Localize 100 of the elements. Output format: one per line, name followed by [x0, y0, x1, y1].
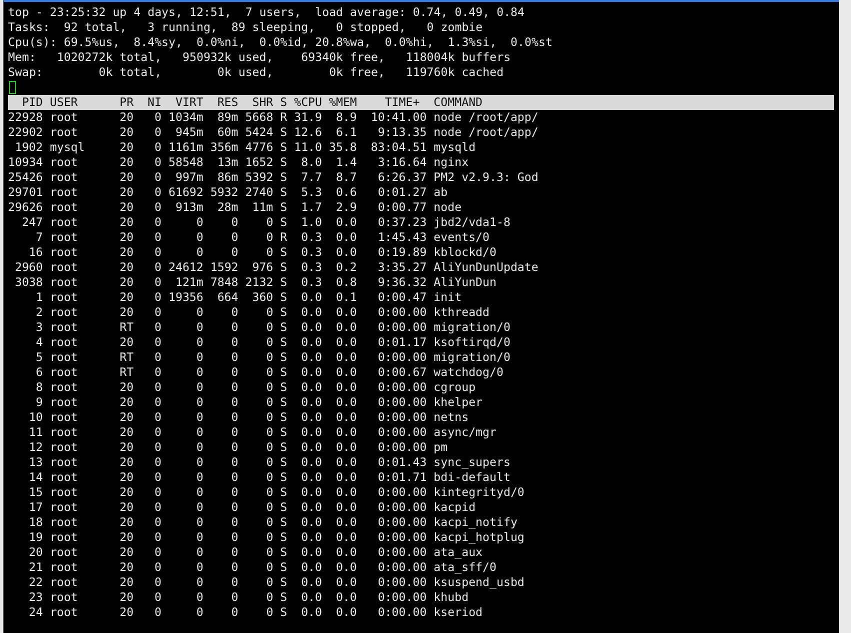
table-cell-text: S [279, 395, 288, 410]
table-cell-text: 0 [265, 455, 274, 470]
table-cell-text: 0.0 [300, 470, 322, 485]
table-cell-text: 0:00.00 [376, 380, 427, 395]
table-cell-text: 20 [118, 560, 134, 575]
table-cell-text: 0 [154, 275, 162, 290]
table-cell-text: 0 [230, 395, 238, 410]
table-cell-text: 0.0 [334, 305, 357, 320]
table-cell-text: 8 [34, 380, 43, 395]
table-cell-text: 0 [265, 560, 274, 575]
table-cell-text: 20 [118, 500, 134, 515]
table-cell-text: 5392 [244, 170, 274, 185]
table-cell-text: 28m [216, 200, 238, 215]
table-cell-text: S [279, 215, 288, 230]
table-cell-text: 5.3 [300, 185, 322, 200]
table-cell-text: 5668 [244, 110, 274, 125]
table-cell-text: 0.0 [334, 410, 357, 425]
table-cell-text: 20 [118, 335, 134, 350]
table-cell-text: 0 [195, 500, 204, 515]
table-cell-text: S [279, 350, 288, 365]
table-cell-text: 0.0 [334, 575, 357, 590]
table-cell-text: S [279, 170, 288, 185]
table-cell-text: 0.0 [334, 590, 357, 605]
table-cell-text: 2740 [244, 185, 274, 200]
table-cell-text: 5424 [244, 125, 274, 140]
table-cell-text: mysql [50, 140, 86, 155]
table-cell-text: 0 [154, 170, 162, 185]
table-cell-text: 3:16.64 [376, 155, 427, 170]
table-cell-text: 0 [154, 335, 162, 350]
table-cell-text: 7848 [209, 275, 238, 290]
table-cell-text: 360 [251, 290, 274, 305]
table-cell-text: root [50, 515, 79, 530]
table-cell-text: 0 [154, 590, 162, 605]
table-cell-text: 0 [195, 320, 204, 335]
table-cell-text: 8.9 [334, 110, 357, 125]
table-cell: AliYunDun [434, 275, 496, 290]
table-cell-text: 14 [28, 470, 43, 485]
table-cell-text: RT [118, 365, 134, 380]
table-cell-text: 31.9 [293, 110, 322, 125]
table-cell-text: 0 [265, 410, 274, 425]
table-cell-text: 0.0 [300, 365, 322, 380]
table-cell-text: 20 [118, 125, 134, 140]
table-cell-text: S [279, 245, 288, 260]
table-cell-text: S [279, 440, 288, 455]
table-cell-text: 0 [195, 245, 204, 260]
table-cell-text: S [279, 320, 288, 335]
column-header: VIRT [174, 95, 204, 110]
table-cell-text: 0.2 [334, 260, 357, 275]
table-cell-text: 1592 [209, 260, 238, 275]
table-cell-text: 0 [154, 380, 162, 395]
table-cell-text: root [50, 590, 79, 605]
table-cell-text: 0 [154, 485, 162, 500]
table-cell-text: 0:00.00 [376, 500, 427, 515]
table-cell-text: 0 [154, 230, 162, 245]
table-cell-text: 0:00.00 [376, 590, 427, 605]
table-cell-text: S [279, 155, 288, 170]
table-cell-text: 976 [251, 260, 274, 275]
table-cell-text: 0:00.00 [376, 575, 427, 590]
table-cell-text: 6:26.37 [376, 170, 427, 185]
table-cell: bdi-default [434, 470, 510, 485]
table-cell-text: root [50, 200, 79, 215]
table-cell-text: 0 [195, 215, 204, 230]
table-cell-text: 0.0 [334, 320, 357, 335]
table-cell-text: root [50, 155, 79, 170]
table-cell-text: S [279, 365, 288, 380]
table-cell-text: 1 [34, 290, 43, 305]
table-cell-text: 20 [118, 395, 134, 410]
table-cell-text: 0 [230, 485, 238, 500]
column-header: SHR [251, 95, 274, 110]
table-cell-text: 20 [118, 230, 134, 245]
table-cell-text: 0.0 [334, 455, 357, 470]
table-cell-text: 0:00.77 [376, 200, 427, 215]
table-cell-text: 997m [174, 170, 204, 185]
column-header: %MEM [328, 95, 357, 110]
table-cell-text: S [279, 335, 288, 350]
table-cell-text: 0 [265, 425, 274, 440]
table-cell-text: 0 [195, 530, 204, 545]
table-cell-text: root [50, 425, 79, 440]
table-cell-text: 0.0 [300, 500, 322, 515]
table-cell: 25426 [8, 170, 43, 185]
table-cell-text: root [50, 440, 79, 455]
table-cell-text: 0.0 [300, 395, 322, 410]
table-cell-text: 0 [195, 455, 204, 470]
table-cell-text: 20 [118, 410, 134, 425]
table-cell-text: 5932 [209, 185, 238, 200]
table-cell: 22902 [8, 125, 43, 140]
table-cell-text: 0 [154, 560, 162, 575]
table-cell-text: 0 [154, 125, 162, 140]
table-cell-text: root [50, 215, 79, 230]
table-cell-text: 9:36.32 [376, 275, 427, 290]
table-cell-text: 20 [118, 575, 134, 590]
table-cell-text: S [279, 515, 288, 530]
column-header: PR [118, 95, 134, 110]
table-cell-text: 0:01.17 [376, 335, 427, 350]
table-cell-text: root [50, 305, 79, 320]
table-cell-text: 0 [154, 455, 162, 470]
table-cell-text: 0 [265, 215, 274, 230]
column-header: COMMAND [434, 95, 483, 110]
table-cell: 29701 [8, 185, 43, 200]
column-header: PID [20, 95, 43, 110]
